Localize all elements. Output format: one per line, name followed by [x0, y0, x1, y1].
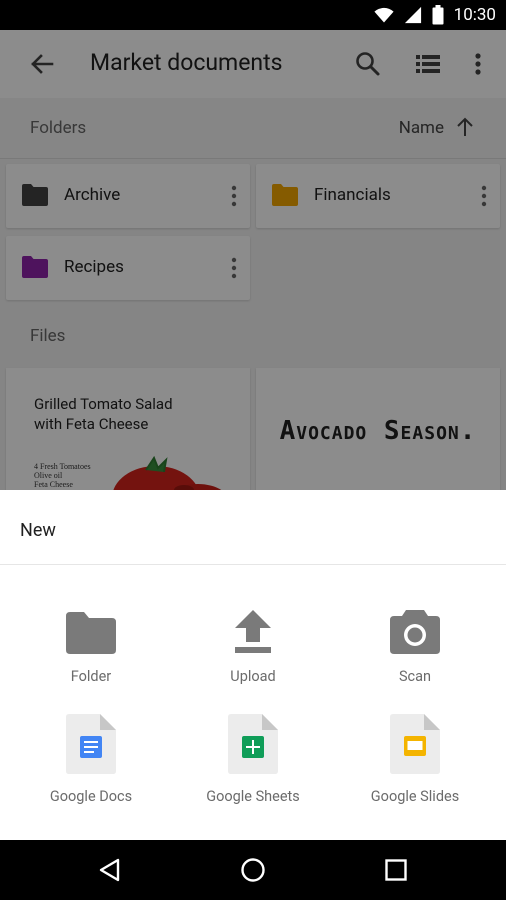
- google-docs-icon: [7, 714, 175, 774]
- folder-icon: [7, 598, 175, 654]
- new-folder-button[interactable]: Folder: [7, 598, 175, 685]
- recents-square-icon[interactable]: [382, 856, 410, 884]
- status-bar: 10:30: [0, 0, 506, 30]
- item-label: Upload: [230, 668, 276, 685]
- google-slides-button[interactable]: Google Slides: [331, 714, 499, 805]
- upload-button[interactable]: Upload: [169, 598, 337, 685]
- google-sheets-icon: [169, 714, 337, 774]
- scan-button[interactable]: Scan: [331, 598, 499, 685]
- google-slides-icon: [331, 714, 499, 774]
- cellular-signal-icon: [404, 6, 422, 24]
- google-docs-button[interactable]: Google Docs: [7, 714, 175, 805]
- wifi-icon: [374, 6, 394, 24]
- item-label: Folder: [70, 668, 112, 685]
- item-label: Google Sheets: [206, 788, 300, 805]
- camera-icon: [331, 598, 499, 654]
- system-navigation-bar: [0, 840, 506, 900]
- back-triangle-icon[interactable]: [96, 856, 124, 884]
- item-label: Google Slides: [370, 788, 460, 805]
- new-bottom-sheet: New Folder Upload Scan Google Docs Googl…: [0, 490, 506, 840]
- item-label: Google Docs: [49, 788, 133, 805]
- google-sheets-button[interactable]: Google Sheets: [169, 714, 337, 805]
- home-circle-icon[interactable]: [239, 856, 267, 884]
- upload-icon: [169, 598, 337, 654]
- divider: [0, 564, 506, 565]
- sheet-title: New: [20, 520, 56, 541]
- status-time: 10:30: [453, 5, 496, 25]
- item-label: Scan: [398, 668, 432, 685]
- battery-icon: [432, 5, 444, 25]
